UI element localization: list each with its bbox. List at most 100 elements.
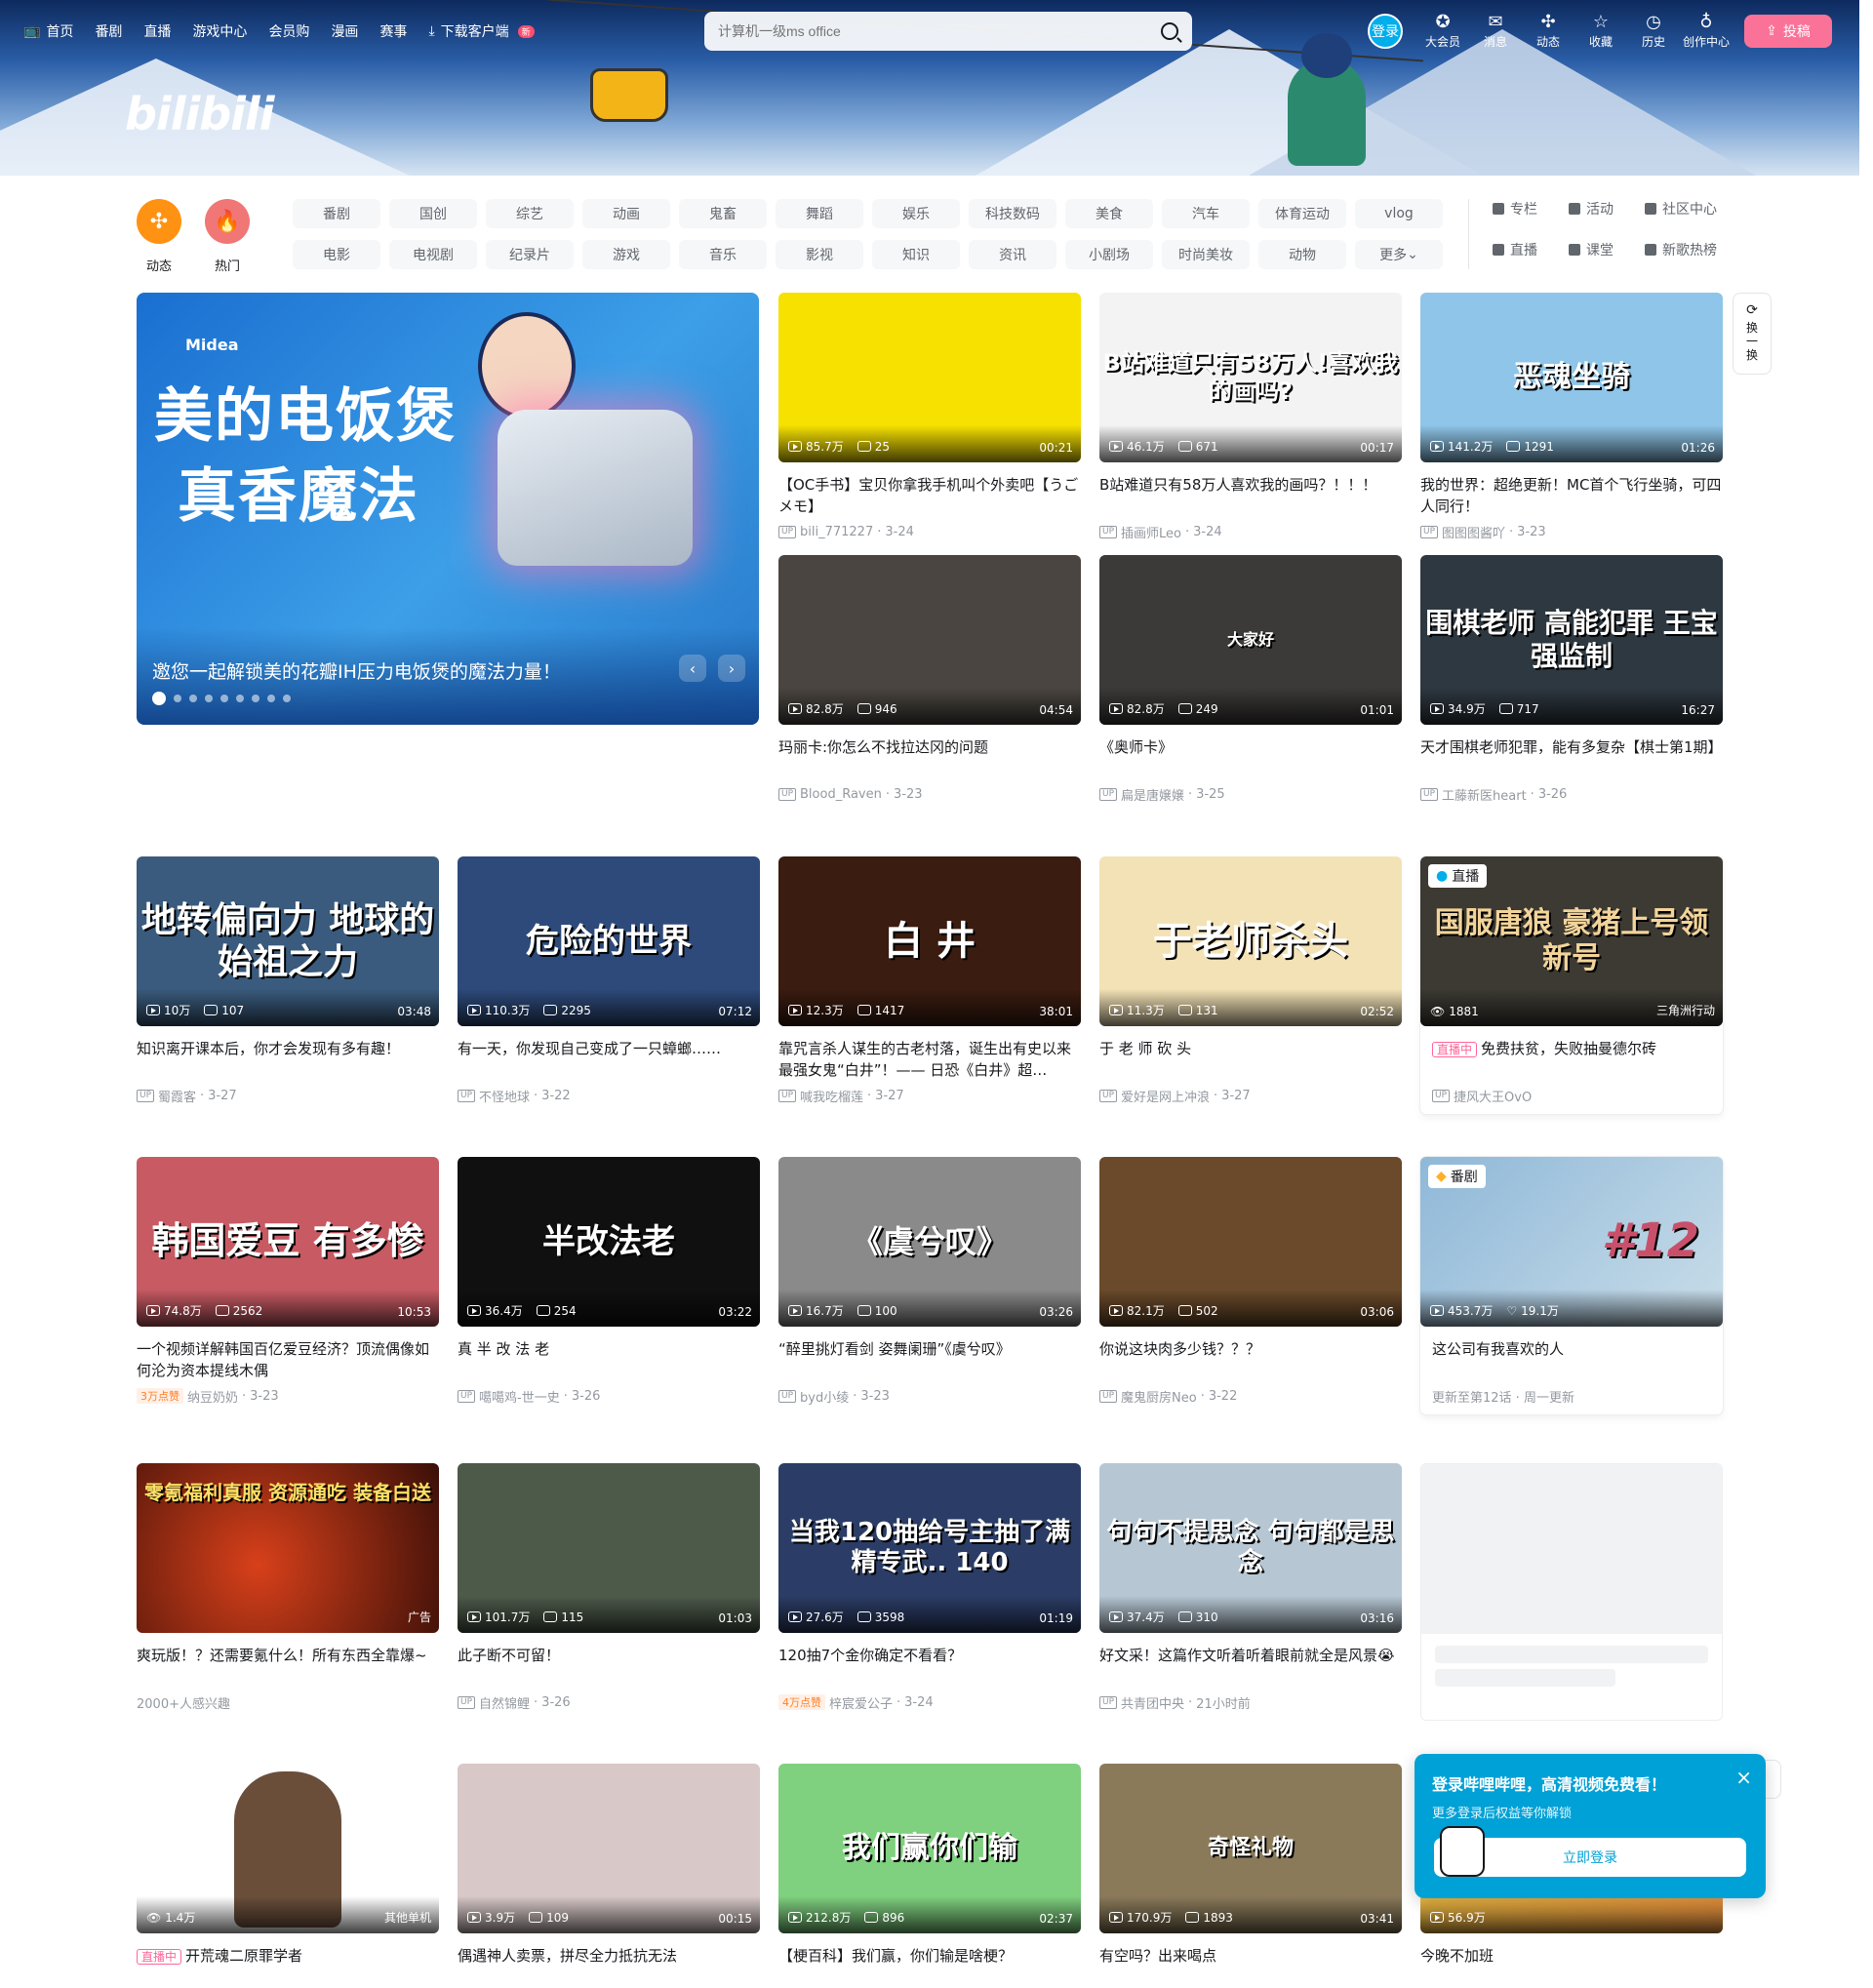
video-thumbnail[interactable]: 85.7万 25 00:21 [778,293,1081,462]
video-card[interactable]: 82.8万 946 04:54 玛丽卡:你怎么不找拉达冈的问题 UP Blood_Rave… [778,555,1081,803]
nav-vip-shop[interactable]: 会员购 [268,21,309,41]
video-card[interactable]: 恶魂坐骑 141.2万 1291 01:26 我的世界：超绝更新！MC首个飞行坐骑，可四… [1420,293,1723,541]
video-title[interactable]: 《奥师卡》 [1099,736,1402,779]
video-title[interactable]: 有一天，你发现自己变成了一只蟑螂…… [458,1038,760,1081]
channel-pill[interactable]: 知识 [872,240,960,269]
channel-pill[interactable]: vlog [1355,199,1443,228]
video-title[interactable]: 靠咒言杀人谋生的古老村落，诞生出有史以来最强女鬼“白井”！—— 日恐《白井》超… [778,1038,1081,1081]
video-thumbnail[interactable]: 82.8万 946 04:54 [778,555,1081,725]
author-name[interactable]: 喊我吃榴莲 [800,1087,863,1105]
video-thumbnail[interactable]: 恶魂坐骑 141.2万 1291 01:26 [1420,293,1723,462]
video-card[interactable]: 当我120抽给号主抽了满精专武.. 140 27.6万 3598 01:19 120抽7… [778,1463,1081,1712]
author-name[interactable]: bili_771227 [800,525,873,539]
side-link-community[interactable]: 社区中心 [1645,199,1742,219]
channel-pill[interactable]: 电视剧 [389,240,477,269]
channel-pill[interactable]: 美食 [1065,199,1153,228]
video-thumbnail[interactable]: 当我120抽给号主抽了满精专武.. 140 27.6万 3598 01:19 [778,1463,1081,1633]
nav-dynamic[interactable]: ✣ 动态 [1522,12,1574,50]
video-thumbnail[interactable]: 大家好 82.8万 249 01:01 [1099,555,1402,725]
side-link-live[interactable]: 直播 [1493,240,1569,259]
carousel-dot[interactable] [252,695,259,702]
carousel-prev-button[interactable]: ‹ [679,655,706,682]
banner-carousel[interactable]: Midea 美的电饭煲 真香魔法 邀您一起解锁美的花瓣IH压力电饭煲的魔法力量！… [137,293,759,725]
side-link-column[interactable]: 专栏 [1493,199,1569,219]
channel-pill[interactable]: 更多 ⌄ [1355,240,1443,269]
nav-message[interactable]: ✉ 消息 [1469,12,1522,50]
live-card[interactable]: 👁 1.4万 其他单机 直播中 开荒魂二原罪学者 [137,1764,439,1988]
video-title[interactable]: 这公司有我喜欢的人 [1420,1338,1723,1381]
video-thumbnail[interactable]: 白 井 12.3万 1417 38:01 [778,856,1081,1026]
author-name[interactable]: 工藤新医heart [1442,785,1527,804]
nav-match[interactable]: 赛事 [379,21,407,41]
author-name[interactable]: 图图图酱吖 [1442,523,1505,541]
video-card[interactable]: B站难道只有58万人!喜欢我的画吗? 46.1万 671 00:17 B站难道只有58万… [1099,293,1402,541]
side-link-music-chart[interactable]: 新歌热榜 [1645,240,1742,259]
carousel-dot[interactable] [267,695,275,702]
author-name[interactable]: 蜀霞客 [158,1087,196,1105]
nav-big-vip[interactable]: ✪ 大会员 [1416,12,1469,50]
video-card[interactable]: 危险的世界 110.3万 2295 07:12 有一天，你发现自己变成了一只蟑螂…… UP… [458,856,760,1105]
video-thumbnail[interactable]: 句句不提思念 句句都是思念 37.4万 310 03:16 [1099,1463,1402,1633]
channel-pill[interactable]: 动物 [1258,240,1346,269]
nav-history[interactable]: ◷ 历史 [1627,12,1680,50]
channel-pill[interactable]: 鬼畜 [679,199,767,228]
video-title[interactable]: 天才围棋老师犯罪，能有多复杂【棋士第1期】 [1420,736,1723,779]
live-card[interactable]: 国服唐狼 豪猪上号领新号 ● 直播 👁 1881 三角洲行动 直播中 免费扶贫，失败抽… [1420,856,1723,1114]
author-name[interactable]: 魔鬼厨房Neo [1121,1387,1197,1406]
video-title[interactable]: 一个视频详解韩国百亿爱豆经济？顶流偶像如何沦为资本提线木偶 [137,1338,439,1381]
channel-pill[interactable]: 国创 [389,199,477,228]
channel-pill[interactable]: 综艺 [486,199,574,228]
carousel-dot[interactable] [220,695,228,702]
video-thumbnail[interactable]: 韩国爱豆 有多惨 74.8万 2562 10:53 [137,1157,439,1327]
channel-pill[interactable]: 游戏 [582,240,670,269]
author-name[interactable]: 纳豆奶奶 [187,1387,238,1406]
side-link-activity[interactable]: 活动 [1569,199,1645,219]
video-title[interactable]: 有空吗？出来喝点 [1099,1945,1402,1988]
author-name[interactable]: 噶噶鸡-世一史 [479,1387,560,1406]
author-name[interactable]: 爱好是网上冲浪 [1121,1087,1210,1105]
author-name[interactable]: 插画师Leo [1121,523,1181,541]
video-title[interactable]: 爽玩版！？还需要氪什么！所有东西全靠爆~ [137,1645,439,1688]
author-name[interactable]: 共青团中央 [1121,1693,1184,1712]
video-thumbnail[interactable]: 危险的世界 110.3万 2295 07:12 [458,856,760,1026]
channel-pill[interactable]: 资讯 [969,240,1056,269]
channel-pill[interactable]: 科技数码 [969,199,1056,228]
carousel-dot[interactable] [152,692,166,705]
nav-download-client[interactable]: ⤓ 下载客户端新 [428,21,535,41]
video-title[interactable]: 于 老 师 砍 头 [1099,1038,1402,1081]
video-title[interactable]: 直播中 免费扶贫，失败抽曼德尔砖 [1420,1038,1723,1081]
video-title[interactable]: B站难道只有58万人喜欢我的画吗？！！！ [1099,474,1402,517]
channel-pill[interactable]: 电影 [293,240,380,269]
ad-thumbnail[interactable]: 零氪福利真服 资源通吃 装备白送 广告 [137,1463,439,1633]
channel-pill[interactable]: 娱乐 [872,199,960,228]
channel-pill[interactable]: 番剧 [293,199,380,228]
bilibili-logo[interactable]: bilibili [125,88,274,140]
author-name[interactable]: byd小绫 [800,1387,849,1406]
video-title[interactable]: 此子断不可留！ [458,1645,760,1688]
channel-pill[interactable]: 纪录片 [486,240,574,269]
video-title[interactable]: 好文采！这篇作文听着听着眼前就全是风景😭 [1099,1645,1402,1688]
ad-card[interactable]: 零氪福利真服 资源通吃 装备白送 广告 爽玩版！？还需要氪什么！所有东西全靠爆~… [137,1463,439,1712]
video-card[interactable]: 奇怪礼物 170.9万 1893 03:41 有空吗？出来喝点 [1099,1764,1402,1988]
carousel-caption[interactable]: 邀您一起解锁美的花瓣IH压力电饭煲的魔法力量！ [152,657,561,684]
video-thumbnail[interactable]: 我们赢你们输 212.8万 896 02:37 [778,1764,1081,1933]
refresh-button[interactable]: ⟳ 换 一 换 [1733,293,1772,375]
nav-manga[interactable]: 漫画 [331,21,358,41]
channel-pill[interactable]: 动画 [582,199,670,228]
video-thumbnail[interactable]: 围棋老师 高能犯罪 王宝强监制 34.9万 717 16:27 [1420,555,1723,725]
video-thumbnail[interactable]: 半改法老 36.4万 254 03:22 [458,1157,760,1327]
live-thumbnail[interactable]: 👁 1.4万 其他单机 [137,1764,439,1933]
close-icon[interactable]: × [1735,1766,1752,1789]
video-card[interactable]: 85.7万 25 00:21 【OC手书】宝贝你拿我手机叫个外卖吧【うごメモ】 UP bi… [778,293,1081,540]
author-name[interactable]: 自然锦鲤 [479,1693,530,1712]
search-icon[interactable] [1161,22,1178,40]
channel-pill[interactable]: 时尚美妆 [1162,240,1250,269]
video-thumbnail[interactable]: 101.7万 115 01:03 [458,1463,760,1633]
video-thumbnail[interactable]: 奇怪礼物 170.9万 1893 03:41 [1099,1764,1402,1933]
carousel-dot[interactable] [205,695,213,702]
carousel-dot[interactable] [283,695,291,702]
video-title[interactable]: 偶遇神人卖票，拼尽全力抵抗无法 [458,1945,760,1988]
carousel-dot[interactable] [236,695,244,702]
bangumi-thumbnail[interactable]: #12 ◆ 番剧 453.7万 ♡ 19.1万 [1420,1157,1723,1327]
nav-live[interactable]: 直播 [143,21,171,41]
